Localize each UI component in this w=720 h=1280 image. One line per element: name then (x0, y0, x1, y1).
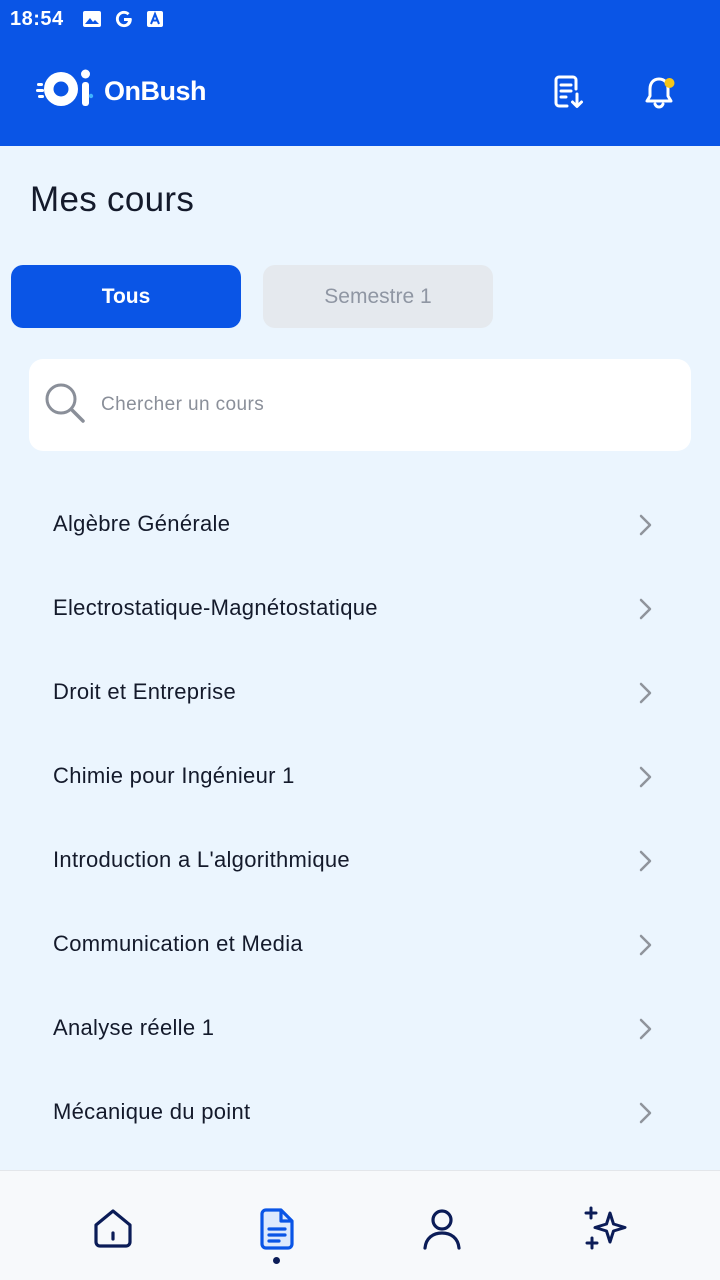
course-item-algorithmique[interactable]: Introduction a L'algorithmique (0, 818, 720, 902)
profile-icon[interactable] (418, 1205, 466, 1253)
status-time: 18:54 (10, 7, 64, 30)
search-bar[interactable] (29, 359, 691, 451)
page-title: Mes cours (30, 180, 195, 219)
image-icon (82, 10, 102, 28)
bottom-navigation (0, 1170, 720, 1280)
status-bar: 18:54 (0, 0, 720, 38)
chevron-right-icon (638, 1102, 652, 1129)
app-header: 18:54 OnBush (0, 0, 720, 146)
chevron-right-icon (638, 598, 652, 625)
status-icons (82, 9, 164, 29)
chevron-right-icon (638, 1018, 652, 1045)
app-logo[interactable]: OnBush (36, 66, 207, 117)
sparkles-icon[interactable] (582, 1205, 630, 1253)
course-item-droit-entreprise[interactable]: Droit et Entreprise (0, 650, 720, 734)
course-list: Algèbre Générale Electrostatique-Magnéto… (0, 482, 720, 1154)
chevron-right-icon (638, 766, 652, 793)
courses-document-icon[interactable] (253, 1205, 301, 1253)
tab-label: Semestre 1 (324, 284, 432, 308)
bell-icon[interactable] (639, 72, 679, 112)
home-icon[interactable] (89, 1205, 137, 1253)
chevron-right-icon (638, 850, 652, 877)
search-icon (43, 381, 87, 430)
search-input[interactable] (101, 394, 661, 416)
course-label: Electrostatique-Magnétostatique (53, 595, 378, 620)
course-item-algebre-generale[interactable]: Algèbre Générale (0, 482, 720, 566)
course-item-mecanique[interactable]: Mécanique du point (0, 1070, 720, 1154)
course-label: Mécanique du point (53, 1099, 251, 1124)
google-icon (114, 9, 134, 29)
course-item-communication[interactable]: Communication et Media (0, 902, 720, 986)
document-download-icon[interactable] (549, 72, 589, 112)
chevron-right-icon (638, 934, 652, 961)
course-label: Droit et Entreprise (53, 679, 236, 704)
course-label: Communication et Media (53, 931, 303, 956)
chevron-right-icon (638, 682, 652, 709)
course-item-analyse-reelle[interactable]: Analyse réelle 1 (0, 986, 720, 1070)
tab-label: Tous (101, 284, 151, 308)
course-label: Chimie pour Ingénieur 1 (53, 763, 295, 788)
onbush-logo-icon (36, 66, 98, 117)
a-icon (146, 10, 164, 28)
tab-semestre-1[interactable]: Semestre 1 (263, 265, 493, 328)
course-label: Introduction a L'algorithmique (53, 847, 350, 872)
tab-tous[interactable]: Tous (11, 265, 241, 328)
course-label: Analyse réelle 1 (53, 1015, 215, 1040)
active-indicator-dot (273, 1257, 280, 1264)
course-item-electrostatique[interactable]: Electrostatique-Magnétostatique (0, 566, 720, 650)
app-name: OnBush (104, 75, 207, 106)
course-item-chimie[interactable]: Chimie pour Ingénieur 1 (0, 734, 720, 818)
chevron-right-icon (638, 514, 652, 541)
course-label: Algèbre Générale (53, 511, 231, 536)
